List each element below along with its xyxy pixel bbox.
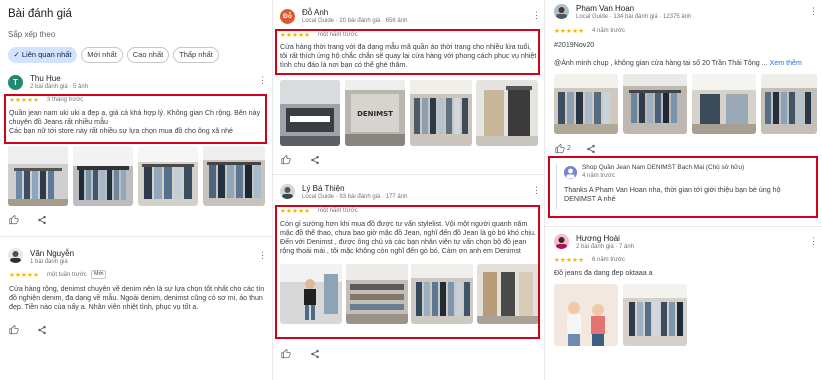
review-photo[interactable] [203,146,265,206]
avatar[interactable]: T [8,75,23,90]
owner-reply-text: Thanks A Pham Van Hoan nha, thời gian tớ… [564,186,781,203]
chip-newest[interactable]: Mới nhất [81,47,123,63]
more-vert-icon[interactable]: ⋮ [809,7,818,16]
review-text: @Ảnh minh chụp , không gian cửa hàng tại… [554,59,770,67]
review-time: 6 năm trước [592,257,625,263]
thumb-up-icon[interactable] [555,144,565,154]
more-vert-icon[interactable]: ⋮ [809,237,818,246]
review-photo[interactable] [8,146,68,206]
rating-stars: ★★★★★ [9,272,40,279]
reviewer-name[interactable]: Thu Hue [30,74,61,83]
divider [273,174,544,175]
new-badge: Mới [91,270,107,279]
reviewer-name[interactable]: Văn Nguyễn [30,249,74,258]
review-photo[interactable] [138,146,198,206]
review-hashtag: #2019Nov20 [554,41,595,49]
chip-most-relevant[interactable]: ✓ Liên quan nhất [8,47,77,63]
divider [545,226,822,227]
avatar[interactable] [8,248,23,263]
more-vert-icon[interactable]: ⋮ [532,186,541,195]
rating-stars: ★★★★★ [554,28,585,35]
review-text-line: @Ảnh minh chụp , không gian cửa hàng tại… [554,59,816,68]
review-time: một tuần trước [47,272,87,278]
avatar[interactable]: Đỗ [280,9,295,24]
more-vert-icon[interactable]: ⋮ [532,11,541,20]
more-vert-icon[interactable]: ⋮ [258,76,267,85]
review-text: Đồ jeans đa dang đep oktaaa a [554,269,653,277]
reply-rule [556,164,557,210]
reviewer-meta: Local Guide · 93 bài đánh giá · 177 ảnh [302,194,408,200]
review-photo[interactable]: DENIMST [345,80,405,146]
divider [0,236,272,237]
thumb-up-icon[interactable] [281,155,291,165]
avatar[interactable] [554,234,569,249]
thumb-up-icon[interactable] [9,215,19,225]
share-icon[interactable] [310,155,320,165]
avatar[interactable] [280,184,295,199]
reviewer-meta: 2 bài đánh giá · 5 ảnh [30,84,89,90]
chip-highest[interactable]: Cao nhất [127,47,169,63]
owner-reply-time: 4 năm trước [582,173,615,179]
reviews-panel-left: Bài đánh giá Sắp xếp theo ✓ Liên quan nh… [0,0,272,380]
share-icon[interactable] [310,349,320,359]
page-title: Bài đánh giá [8,8,72,20]
rating-stars: ★★★★★ [554,257,585,264]
avatar[interactable] [554,4,569,19]
reviewer-name[interactable]: Lý Bá Thiện [302,184,345,193]
review-photo[interactable] [554,74,618,134]
thumb-up-icon[interactable] [9,325,19,335]
review-time: 4 năm trước [592,28,625,34]
reviews-panel-middle: Đỗ Đỗ Anh Local Guide · 20 bài đánh giá … [273,0,544,380]
review-photo[interactable] [623,74,687,134]
highlight-box [275,29,540,75]
sort-label: Sắp xếp theo [8,30,56,39]
reviewer-meta: Local Guide · 134 bài đánh giá · 12375 ả… [576,14,692,20]
reviewer-meta: Local Guide · 20 bài đánh giá · 656 ảnh [302,18,408,24]
share-icon[interactable] [37,325,47,335]
like-count: 2 [567,145,571,152]
chip-lowest[interactable]: Thấp nhất [173,47,219,63]
owner-avatar [564,166,577,179]
share-icon[interactable] [586,144,596,154]
reviews-panel-right: Pham Van Hoan Local Guide · 134 bài đánh… [545,0,822,380]
review-photo[interactable] [410,80,472,146]
store-sign: DENIMST [357,110,393,118]
review-photo[interactable] [280,80,340,146]
review-photo[interactable] [554,284,618,346]
review-photo[interactable] [761,74,817,134]
review-text: Cửa hàng rộng, denimst chuyên về denim n… [9,285,265,311]
review-photo[interactable] [476,80,538,146]
highlight-box [275,205,540,339]
reviewer-meta: 2 bài đánh giá · 7 ảnh [576,244,635,250]
review-photo[interactable] [73,146,133,206]
reviewer-meta: 1 bài đánh giá [30,259,68,265]
review-photo[interactable] [623,284,687,346]
owner-name: Shop Quần Jean Nam DENIMST Bạch Mai (Chủ… [582,164,745,171]
reviewer-name[interactable]: Hương Hoài [576,234,620,243]
see-more-link[interactable]: Xem thêm [770,59,802,67]
more-vert-icon[interactable]: ⋮ [258,251,267,260]
share-icon[interactable] [37,215,47,225]
reviewer-name[interactable]: Đỗ Anh [302,8,328,17]
review-photo[interactable] [692,74,756,134]
reviewer-name[interactable]: Pham Van Hoan [576,4,634,13]
thumb-up-icon[interactable] [281,349,291,359]
highlight-box [4,94,267,144]
